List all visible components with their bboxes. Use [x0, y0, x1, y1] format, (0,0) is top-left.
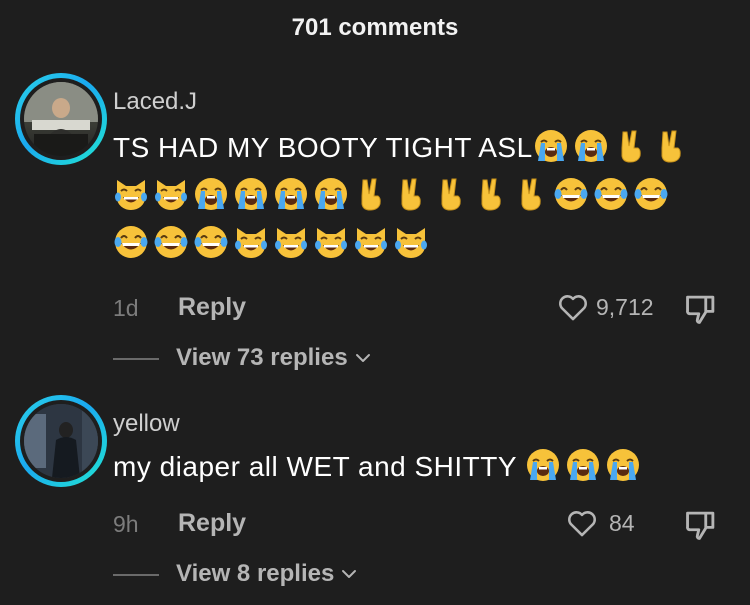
replies-divider	[113, 574, 159, 576]
victory-hand-icon	[621, 130, 641, 163]
heart-outline-icon	[559, 295, 587, 321]
reply-button[interactable]: Reply	[178, 293, 246, 322]
comment-text-block: my diaper all WET and SHITTY	[113, 443, 713, 491]
victory-hand-icon	[521, 178, 541, 211]
like-button[interactable]: 9,712	[556, 290, 654, 324]
face-tears-of-joy-icon	[594, 178, 628, 210]
comment-text: my diaper all WET and SHITTY	[113, 451, 518, 482]
victory-hand-icon	[661, 130, 681, 163]
victory-hand-icon	[401, 178, 421, 211]
avatar[interactable]	[15, 395, 107, 487]
chevron-down-icon	[342, 570, 357, 578]
loudly-crying-face-icon	[534, 130, 567, 162]
view-replies-button[interactable]: View 8 replies	[176, 560, 358, 588]
face-tears-of-joy-icon	[554, 178, 588, 210]
like-count: 84	[609, 509, 635, 536]
comment-time: 1d	[113, 295, 139, 321]
cat-tears-of-joy-icon	[315, 228, 347, 258]
loudly-crying-face-icon	[315, 178, 347, 210]
avatar-photo	[24, 82, 98, 156]
loudly-crying-face-icon	[567, 449, 600, 481]
view-replies-button[interactable]: View 73 replies	[176, 344, 372, 372]
avatar-image	[24, 82, 98, 156]
comment-time: 9h	[113, 511, 139, 537]
cat-tears-of-joy-icon	[275, 228, 307, 258]
comment-line-1: TS HAD MY BOOTY TIGHT ASL	[113, 124, 713, 172]
avatar-photo	[24, 404, 98, 478]
chevron-down-icon	[355, 354, 370, 362]
loudly-crying-face-icon	[574, 130, 607, 162]
cat-tears-of-joy-icon	[155, 180, 187, 210]
comment-line-1: my diaper all WET and SHITTY	[113, 443, 713, 491]
comment-text-block: TS HAD MY BOOTY TIGHT ASL	[113, 124, 713, 268]
comment-line-2	[113, 172, 713, 220]
like-button[interactable]: 84	[565, 506, 635, 540]
comment-username[interactable]: Laced.J	[113, 88, 197, 116]
reply-button[interactable]: Reply	[178, 509, 246, 538]
victory-hand-icon	[481, 178, 501, 211]
thumbs-down-icon[interactable]	[682, 290, 720, 328]
comment-text: TS HAD MY BOOTY TIGHT ASL	[113, 132, 533, 163]
avatar[interactable]	[15, 73, 107, 165]
cat-tears-of-joy-icon	[115, 180, 147, 210]
cat-tears-of-joy-icon	[395, 228, 427, 258]
loudly-crying-face-icon	[235, 178, 267, 210]
comments-count-header: 701 comments	[291, 14, 459, 41]
victory-hand-icon	[441, 178, 461, 211]
face-tears-of-joy-icon	[154, 226, 188, 258]
loudly-crying-face-icon	[527, 449, 560, 481]
loudly-crying-face-icon	[275, 178, 307, 210]
avatar-image	[24, 404, 98, 478]
heart-outline-icon	[568, 511, 596, 537]
loudly-crying-face-icon	[195, 178, 227, 210]
view-replies-label: View 8 replies	[176, 560, 335, 587]
comment-line-3	[113, 220, 713, 268]
face-tears-of-joy-icon	[114, 226, 148, 258]
comment-username[interactable]: yellow	[113, 410, 180, 438]
replies-divider	[113, 358, 159, 360]
loudly-crying-face-icon	[607, 449, 640, 481]
cat-tears-of-joy-icon	[355, 228, 387, 258]
face-tears-of-joy-icon	[194, 226, 228, 258]
view-replies-label: View 73 replies	[176, 344, 348, 371]
cat-tears-of-joy-icon	[235, 228, 267, 258]
thumbs-down-icon[interactable]	[682, 506, 720, 544]
victory-hand-icon	[361, 178, 381, 211]
face-tears-of-joy-icon	[634, 178, 668, 210]
like-count: 9,712	[596, 293, 654, 320]
